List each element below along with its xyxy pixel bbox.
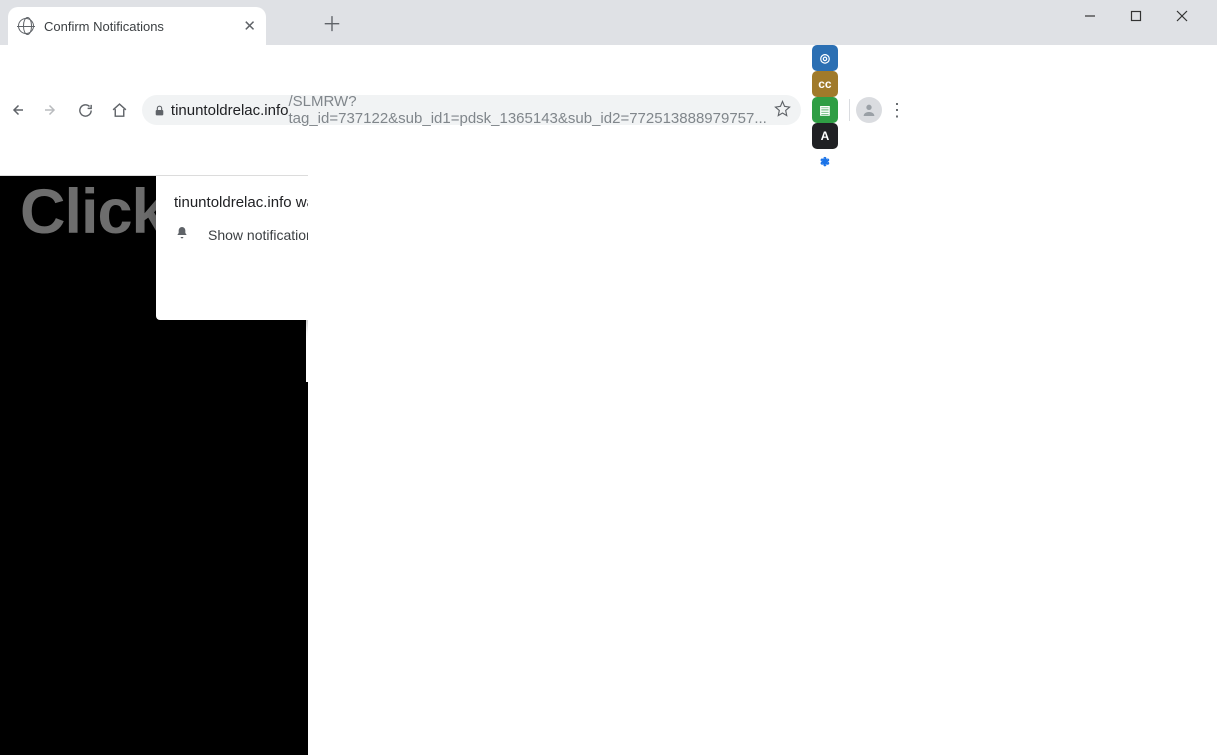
new-tab-button[interactable]: ＋ [318, 9, 346, 37]
extension-ext-3-button[interactable]: ▤ [812, 97, 838, 123]
url-domain: tinuntoldrelac.info [171, 102, 289, 119]
toolbar-divider [849, 99, 850, 121]
nav-back-button[interactable] [0, 93, 34, 127]
browser-tab[interactable]: Confirm Notifications ✕ [8, 7, 266, 45]
nav-reload-button[interactable] [68, 93, 102, 127]
globe-icon [18, 18, 34, 34]
notification-permission-popup: ✕ tinuntoldrelac.info wants to Show noti… [156, 176, 308, 320]
extension-ext-5-button[interactable]: ❃ [812, 149, 838, 175]
bookmark-star-button[interactable] [770, 100, 795, 121]
url-path: /SLMRW?tag_id=737122&sub_id1=pdsk_136514… [288, 93, 769, 127]
profile-avatar-button[interactable] [856, 97, 882, 123]
extension-ext-4-button[interactable]: A [812, 123, 838, 149]
tab-title: Confirm Notifications [44, 19, 164, 34]
nav-home-button[interactable] [102, 93, 136, 127]
permission-request-text: Show notifications [208, 227, 308, 243]
address-bar[interactable]: tinuntoldrelac.info /SLMRW?tag_id=737122… [142, 95, 801, 125]
window-close-button[interactable] [1159, 0, 1205, 32]
window-maximize-button[interactable] [1113, 0, 1159, 32]
extension-ext-1-button[interactable]: ◎ [812, 45, 838, 71]
web-page: Click u are not close this window closed… [0, 176, 308, 755]
permission-origin: tinuntoldrelac.info wants to [174, 194, 308, 211]
tab-close-button[interactable]: ✕ [243, 19, 256, 34]
bell-icon [174, 225, 190, 244]
window-minimize-button[interactable] [1067, 0, 1113, 32]
lock-icon[interactable] [148, 104, 171, 117]
nav-forward-button[interactable] [34, 93, 68, 127]
browser-menu-button[interactable]: ⋮ [882, 101, 912, 119]
extension-ext-2-button[interactable]: cc [812, 71, 838, 97]
